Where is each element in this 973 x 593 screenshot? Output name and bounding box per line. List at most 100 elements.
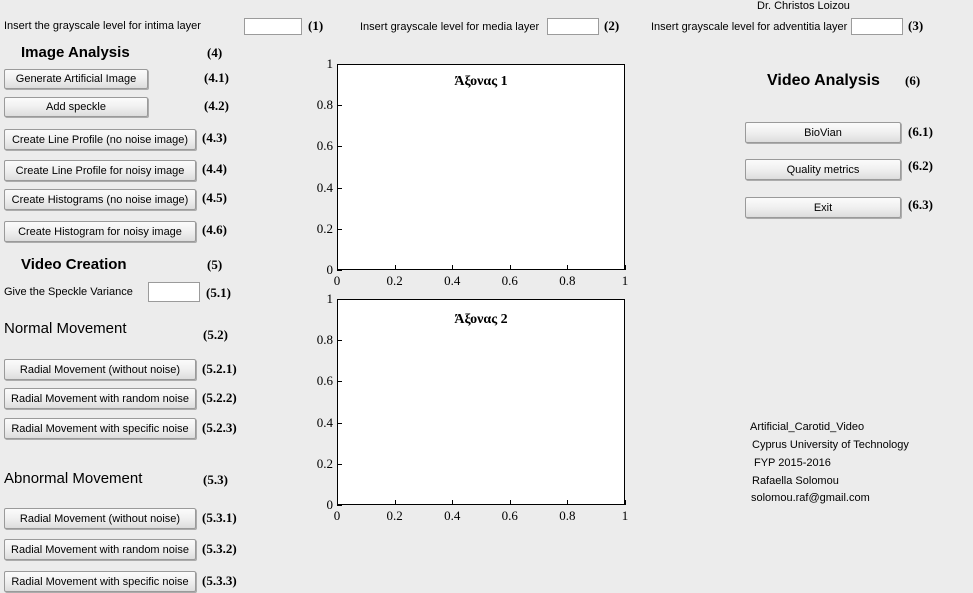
- normal-radial-movement-without-noise-button[interactable]: Radial Movement (without noise): [4, 359, 196, 380]
- normal-movement-heading: Normal Movement: [4, 320, 127, 337]
- adventitia-grayscale-input[interactable]: [851, 18, 903, 35]
- quality-metrics-button[interactable]: Quality metrics: [745, 159, 901, 180]
- ref-number-6-1: (6.1): [908, 124, 933, 139]
- axes-1-ytick: [337, 64, 342, 65]
- video-analysis-heading: Video Analysis: [767, 72, 880, 89]
- axes-2-xtick-label: 1: [621, 508, 629, 523]
- axes-2-xtick: [625, 500, 626, 505]
- ref-number-5-2-3: (5.2.3): [202, 420, 237, 435]
- ref-number-1: (1): [308, 18, 324, 33]
- axes-2-ytick: [337, 422, 342, 424]
- create-line-profile-noisy-button[interactable]: Create Line Profile for noisy image: [4, 160, 196, 181]
- add-speckle-button[interactable]: Add speckle: [4, 97, 148, 117]
- axes-2-plot-area[interactable]: [337, 299, 625, 505]
- normal-radial-movement-specific-noise-button[interactable]: Radial Movement with specific noise: [4, 418, 196, 439]
- credit-line-university: Cyprus University of Technology: [752, 439, 909, 451]
- ref-number-5-2-2: (5.2.2): [202, 390, 237, 405]
- ref-number-5-3-3: (5.3.3): [202, 573, 237, 588]
- axes-2-ytick: [337, 505, 342, 506]
- axes-2-ytick: [337, 463, 342, 465]
- axes-2-ytick-label: 0.4: [316, 414, 333, 430]
- biovian-button[interactable]: BioVian: [745, 122, 901, 143]
- ref-number-6: (6): [905, 73, 921, 88]
- axes-2-xtick: [452, 500, 454, 505]
- axes-2-ytick-label: 0.2: [316, 455, 333, 471]
- ref-number-5-3-2: (5.3.2): [202, 541, 237, 556]
- credit-line-email: solomou.raf@gmail.com: [751, 492, 870, 504]
- axes-1-xtick-label: 0.2: [386, 273, 403, 288]
- normal-radial-movement-random-noise-button[interactable]: Radial Movement with random noise: [4, 388, 196, 409]
- axes-2-ytick: [337, 381, 342, 383]
- abnormal-radial-movement-random-noise-button[interactable]: Radial Movement with random noise: [4, 539, 196, 560]
- axes-1-xtick-label: 0.6: [501, 273, 518, 288]
- abnormal-radial-movement-without-noise-button[interactable]: Radial Movement (without noise): [4, 508, 196, 529]
- intima-layer-input-label: Insert the grayscale level for intima la…: [4, 20, 201, 32]
- ref-number-6-3: (6.3): [908, 197, 933, 212]
- axes-2-ytick-label: 1: [326, 291, 334, 306]
- axes-1-ytick: [337, 270, 342, 271]
- image-analysis-heading: Image Analysis: [21, 44, 130, 61]
- ref-number-5-3-1: (5.3.1): [202, 510, 237, 525]
- ref-number-3: (3): [908, 18, 924, 33]
- speckle-variance-input[interactable]: [148, 282, 200, 302]
- ref-number-5-1: (5.1): [206, 285, 231, 300]
- axes-1-xtick-label: 0.4: [444, 273, 461, 288]
- axes-1-ytick: [337, 146, 342, 148]
- ref-number-4-6: (4.6): [202, 222, 227, 237]
- create-histogram-noisy-button[interactable]: Create Histogram for noisy image: [4, 221, 196, 242]
- axes-1-ytick-label: 0: [326, 262, 334, 277]
- credit-line-supervisor: Dr. Christos Loizou: [757, 0, 850, 12]
- axes-1[interactable]: Άξονας 1 0 0.2 0.4 0.6 0.8 1 0 0.2 0.4 0.6 0.8 1: [317, 56, 629, 288]
- abnormal-movement-heading: Abnormal Movement: [4, 470, 143, 487]
- axes-2-xtick-label: 0.6: [501, 508, 518, 523]
- axes-2-ytick-label: 0.8: [316, 332, 333, 348]
- ref-number-5: (5): [207, 257, 223, 272]
- axes-1-ytick-label: 0.2: [316, 220, 333, 236]
- axes-2-ytick: [337, 340, 342, 342]
- create-histograms-no-noise-button[interactable]: Create Histograms (no noise image): [4, 189, 196, 210]
- credit-line-project: Artificial_Carotid_Video: [750, 421, 865, 433]
- axes-1-ytick-label: 0.8: [316, 97, 333, 113]
- axes-1-xtick-label: 0: [333, 273, 341, 288]
- credit-line-author: Rafaella Solomou: [752, 475, 839, 487]
- axes-1-title: Άξονας 1: [454, 74, 508, 89]
- ref-number-2: (2): [604, 18, 620, 33]
- axes-1-plot-area[interactable]: [337, 64, 625, 270]
- abnormal-radial-movement-specific-noise-button[interactable]: Radial Movement with specific noise: [4, 571, 196, 592]
- axes-1-xtick: [567, 265, 569, 270]
- ref-number-5-3: (5.3): [203, 472, 228, 487]
- media-layer-input-label: Insert grayscale level for media layer: [360, 21, 540, 33]
- axes-2-title: Άξονας 2: [454, 312, 508, 327]
- create-line-profile-no-noise-button[interactable]: Create Line Profile (no noise image): [4, 129, 196, 150]
- axes-2-xtick-label: 0: [333, 508, 341, 523]
- axes-1-ytick-label: 0.4: [316, 179, 333, 195]
- axes-1-ytick: [337, 187, 342, 189]
- axes-2-ytick-label: 0.6: [316, 373, 333, 389]
- ref-number-4: (4): [207, 45, 223, 60]
- exit-button[interactable]: Exit: [745, 197, 901, 218]
- matlab-gui-window: { "window": { "title": "Artificial_Carot…: [0, 0, 973, 593]
- video-creation-heading: Video Creation: [21, 256, 127, 273]
- axes-1-ytick: [337, 228, 342, 230]
- speckle-variance-label: Give the Speckle Variance: [4, 286, 133, 298]
- axes-2-xtick: [394, 500, 396, 505]
- axes-1-ytick: [337, 105, 342, 107]
- axes-2[interactable]: Άξονας 2 0 0.2 0.4 0.6 0.8 1 0 0.2 0.4 0.6 0.8 1: [317, 291, 629, 523]
- axes-2-xtick-label: 0.4: [444, 508, 461, 523]
- generate-artificial-image-button[interactable]: Generate Artificial Image: [4, 69, 148, 89]
- media-grayscale-input[interactable]: [547, 18, 599, 35]
- credit-line-year: FYP 2015-2016: [754, 457, 831, 469]
- axes-2-xtick: [567, 500, 569, 505]
- intima-grayscale-input[interactable]: [244, 18, 302, 35]
- ref-number-5-2-1: (5.2.1): [202, 361, 237, 376]
- ref-number-4-1: (4.1): [204, 70, 229, 85]
- axes-1-xtick: [625, 265, 626, 270]
- ref-number-6-2: (6.2): [908, 158, 933, 173]
- axes-2-ytick-label: 0: [326, 497, 334, 512]
- axes-2-ytick: [337, 299, 342, 300]
- ref-number-5-2: (5.2): [203, 327, 228, 342]
- axes-1-xtick-label: 0.8: [559, 273, 576, 288]
- ref-number-4-5: (4.5): [202, 190, 227, 205]
- ref-number-4-4: (4.4): [202, 161, 227, 176]
- axes-2-xtick-label: 0.2: [386, 508, 403, 523]
